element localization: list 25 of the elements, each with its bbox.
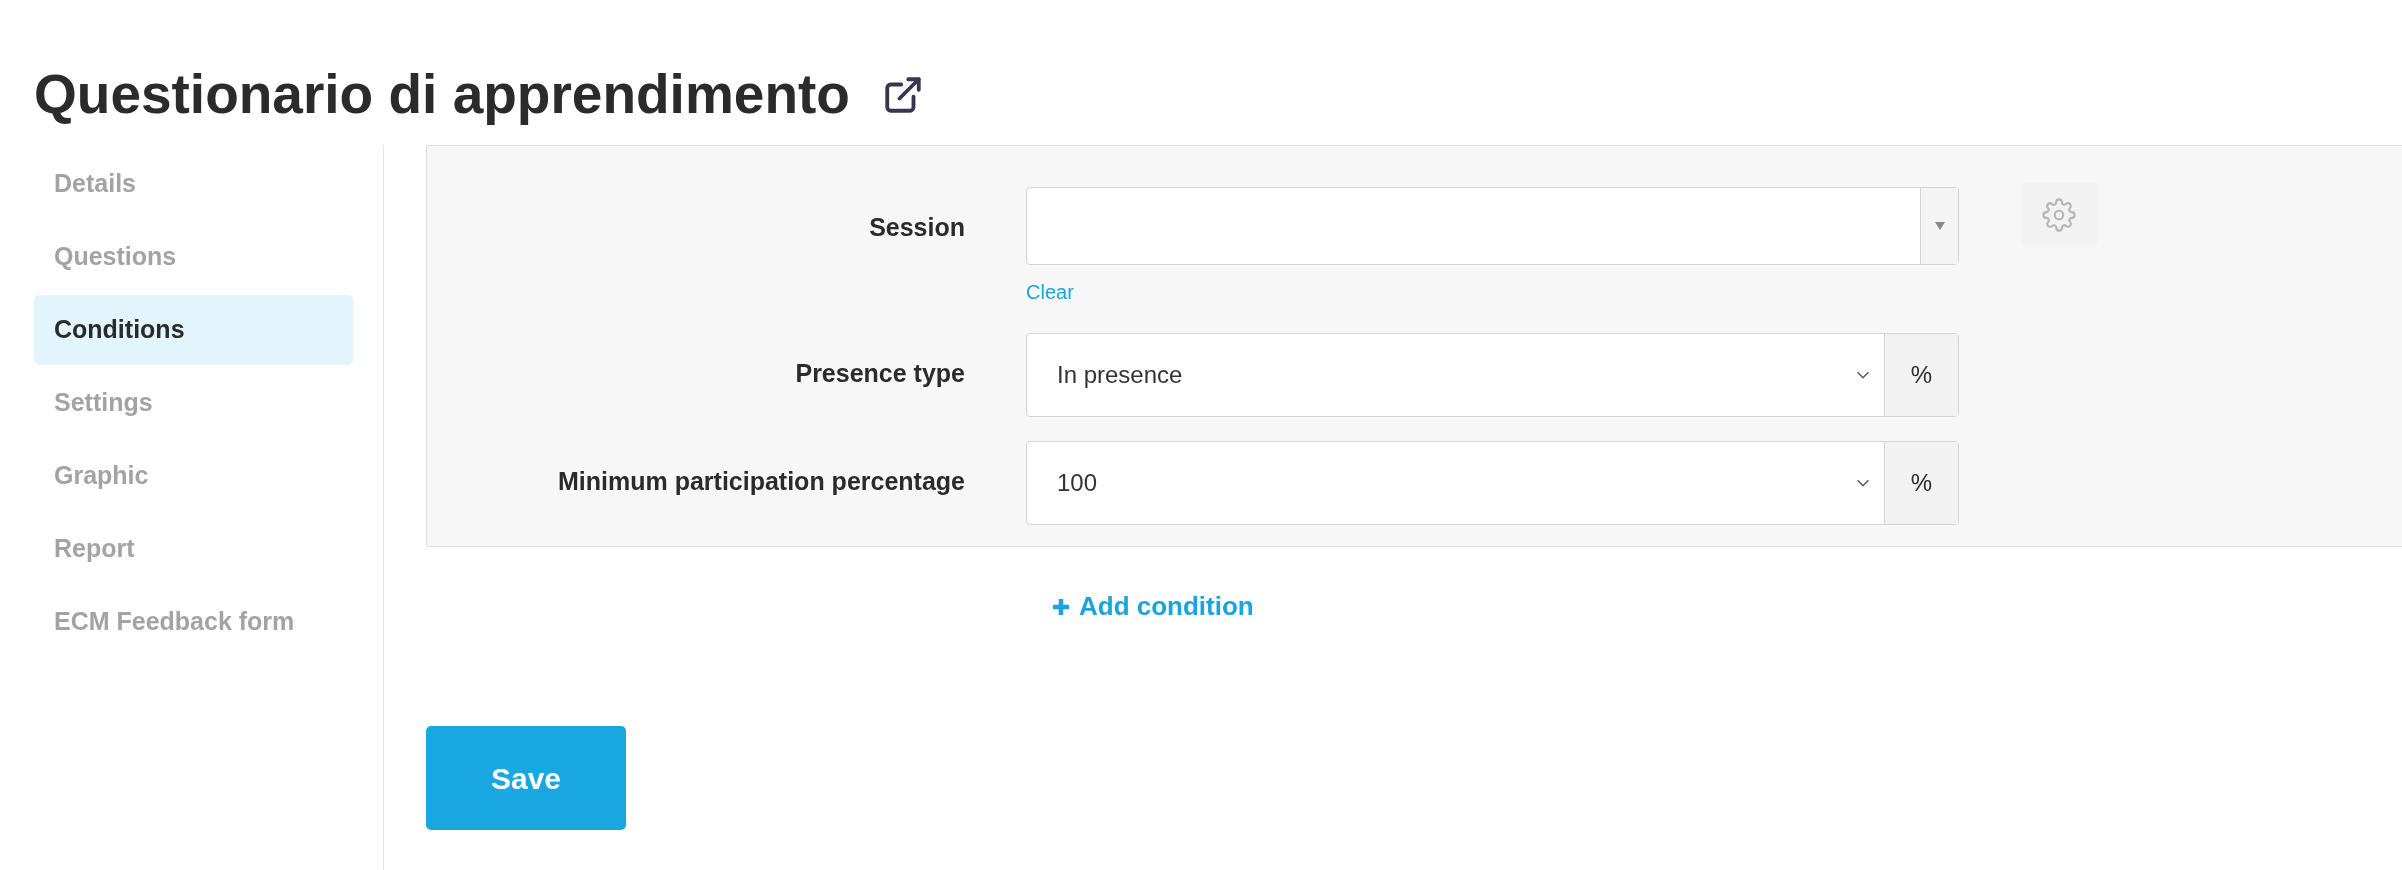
sidebar-item[interactable]: Questions [34,222,353,292]
sidebar-item[interactable]: ECM Feedback form [34,587,353,657]
settings-icon [2042,197,2076,232]
select-field[interactable]: 100 % [1026,441,1959,525]
sidebar-item[interactable]: Report [34,514,353,584]
dropdown-arrow-icon [1933,221,1946,231]
clear-link[interactable]: Clear [1026,277,1959,307]
sidebar-item[interactable]: Details [34,149,353,219]
sidebar-item[interactable]: Settings [34,368,353,438]
plus-icon [1051,596,1071,617]
field-label: Minimum participation percentage [557,466,965,497]
settings-button[interactable] [2021,183,2097,246]
selected-value: 100 [1057,468,1098,498]
select-field[interactable]: In presence % [1026,333,1959,417]
sidebar-item[interactable]: Conditions [34,295,353,365]
session-combobox[interactable] [1026,187,1959,265]
percent-addon: % [1884,442,1958,524]
field-label: Presence type [794,358,965,389]
save-button[interactable]: Save [426,726,626,830]
percent-addon: % [1884,334,1958,416]
add-condition-link[interactable]: Add condition [1051,587,1254,626]
field-label: Session [868,212,965,243]
selected-value: In presence [1057,360,1183,390]
sidebar-item[interactable]: Graphic [34,441,353,511]
add-condition-label: Add condition [1079,590,1254,623]
